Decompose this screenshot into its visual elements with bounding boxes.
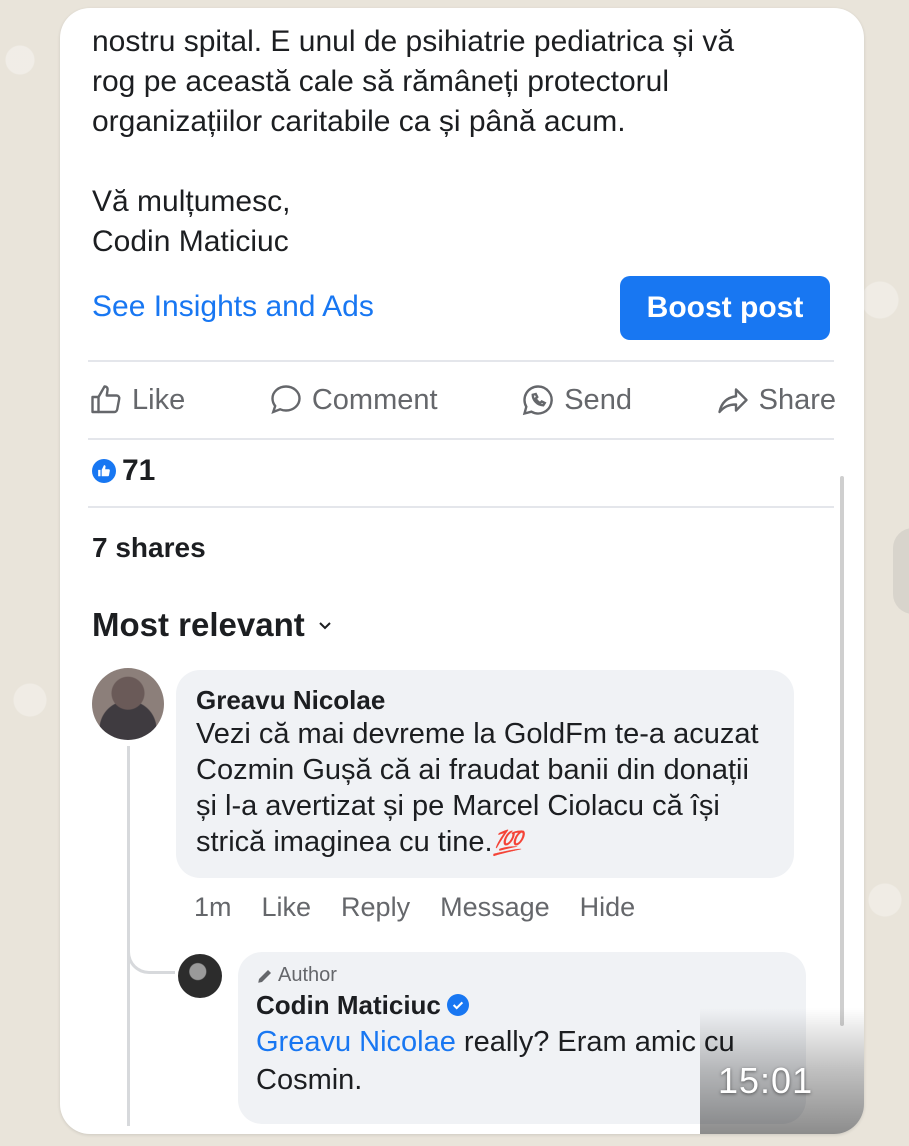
share-label: Share: [758, 383, 836, 416]
post-line: nostru spital. E unul de psihiatrie pedi…: [92, 25, 735, 58]
like-button[interactable]: Like: [88, 382, 185, 418]
comment-bubble: Greavu Nicolae Vezi că mai devreme la Go…: [176, 670, 794, 878]
comment-sort-dropdown[interactable]: Most relevant: [92, 606, 333, 644]
like-label: Like: [132, 383, 186, 416]
avatar[interactable]: [92, 668, 164, 740]
comment-like-button[interactable]: Like: [262, 892, 312, 923]
comment-button[interactable]: Comment: [268, 382, 438, 418]
post-body: nostru spital. E unul de psihiatrie pedi…: [92, 22, 812, 262]
share-arrow-icon: [717, 388, 748, 414]
send-label: Send: [564, 383, 632, 416]
divider: [88, 438, 834, 440]
comment-time: 1m: [194, 892, 232, 922]
scrollbar[interactable]: [840, 476, 844, 1026]
hundred-emoji-icon: 💯: [492, 830, 523, 857]
pencil-icon: [258, 969, 271, 983]
boost-post-button[interactable]: Boost post: [620, 276, 830, 340]
sort-label: Most relevant: [92, 606, 305, 643]
chevron-down-icon: [319, 622, 331, 630]
reactions-summary[interactable]: 71: [92, 454, 155, 488]
shares-count[interactable]: 7 shares: [92, 532, 206, 564]
author-tag: Author: [256, 964, 788, 987]
divider: [88, 360, 834, 362]
whatsapp-icon: [523, 385, 554, 416]
scroll-to-bottom-handle[interactable]: [893, 528, 909, 614]
comment-hide-button[interactable]: Hide: [580, 892, 636, 923]
thumbs-up-icon: [91, 385, 121, 414]
comment-message-button[interactable]: Message: [440, 892, 550, 923]
post-signature: Codin Maticiuc: [92, 225, 289, 258]
divider: [88, 506, 834, 508]
comment-actions: 1m Like Reply Message Hide: [194, 892, 635, 923]
avatar[interactable]: [178, 954, 222, 998]
send-button[interactable]: Send: [520, 382, 632, 418]
see-insights-link[interactable]: See Insights and Ads: [92, 290, 374, 324]
comment-author[interactable]: Greavu Nicolae: [196, 684, 774, 716]
comment-label: Comment: [311, 383, 438, 416]
facebook-post-card: nostru spital. E unul de psihiatrie pedi…: [60, 8, 864, 1134]
post-signoff: Vă mulțumesc,: [92, 185, 291, 218]
like-reaction-icon: [92, 459, 116, 483]
thread-connector-curve: [127, 928, 175, 974]
post-line: rog pe această cale să rămâneți protecto…: [92, 65, 669, 98]
comment-bubble-icon: [271, 385, 301, 415]
comment-text: Vezi că mai devreme la GoldFm te-a acuza…: [196, 718, 759, 858]
share-button[interactable]: Share: [715, 382, 836, 418]
verified-badge-icon: [446, 994, 469, 1016]
comment-reply-button[interactable]: Reply: [341, 892, 410, 923]
video-timestamp: 15:01: [718, 1060, 814, 1101]
post-line: organizațiilor caritabile ca și până acu…: [92, 105, 626, 138]
post-action-bar: Like Comment Send Share: [88, 370, 836, 430]
reaction-count: 71: [122, 454, 156, 487]
mention-link[interactable]: Greavu Nicolae: [256, 1026, 456, 1058]
